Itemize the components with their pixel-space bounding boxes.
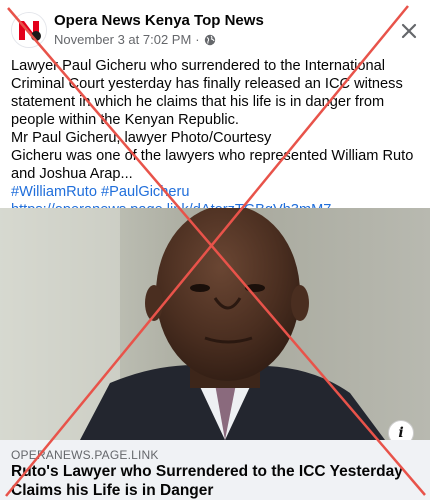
post-text-caption: Mr Paul Gicheru, lawyer Photo/Courtesy [11,130,272,146]
link-headline[interactable]: Ruto's Lawyer who Surrendered to the ICC… [11,462,411,500]
post-timestamp[interactable]: November 3 at 7:02 PM [54,32,191,47]
post-message: Lawyer Paul Gicheru who surrendered to t… [11,57,419,219]
post-photo[interactable]: i [0,208,430,440]
page-avatar[interactable] [11,12,47,48]
opera-news-logo-icon [12,13,46,47]
post-hashtags[interactable]: #WilliamRuto #PaulGicheru [11,183,419,201]
meta-separator: · [195,32,200,47]
info-icon[interactable]: i [388,420,414,440]
post-meta: November 3 at 7:02 PM · [54,32,216,47]
link-domain: OPERANEWS.PAGE.LINK [11,448,159,462]
globe-icon [204,34,215,45]
facebook-post: Opera News Kenya Top News November 3 at … [0,0,430,500]
post-text-paragraph: Lawyer Paul Gicheru who surrendered to t… [11,58,403,128]
close-icon[interactable] [398,20,420,42]
link-preview-card[interactable]: OPERANEWS.PAGE.LINK Ruto's Lawyer who Su… [0,440,430,500]
page-name[interactable]: Opera News Kenya Top News [54,12,264,29]
lawyer-photo-image [0,208,430,440]
post-header: Opera News Kenya Top News November 3 at … [0,0,430,52]
post-text-excerpt: Gicheru was one of the lawyers who repre… [11,148,414,182]
